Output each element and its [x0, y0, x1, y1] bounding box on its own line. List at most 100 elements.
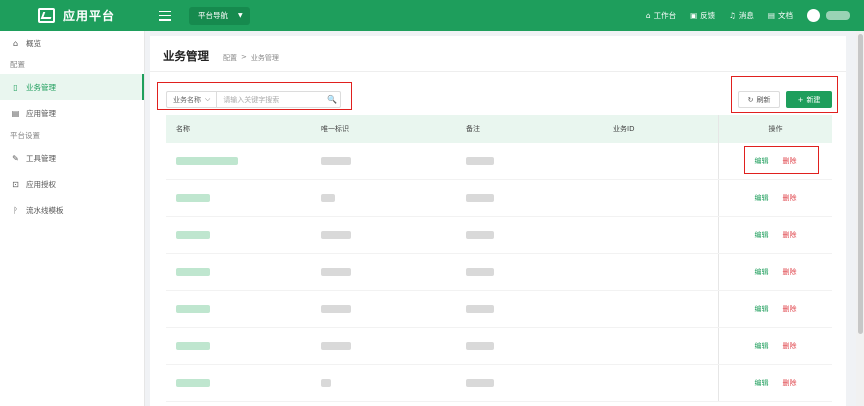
cell-name-redacted [176, 305, 210, 313]
delete-button[interactable]: 删除 [783, 341, 797, 351]
edit-button[interactable]: 编辑 [755, 267, 769, 277]
sidebar-item-label: 流水线模板 [26, 205, 64, 215]
sidebar-item-label: 应用管理 [26, 108, 56, 118]
row-actions: 编辑 删除 [718, 180, 832, 216]
column-header-remark: 备注 [466, 125, 480, 133]
sidebar-item-pipeline[interactable]: ᚹ 流水线模板 [0, 197, 144, 223]
cell-name-redacted [176, 194, 210, 202]
row-actions: 编辑 删除 [718, 254, 832, 290]
edit-button[interactable]: 编辑 [755, 304, 769, 314]
cell-remark-redacted [466, 305, 494, 313]
table-row: 编辑 删除 [166, 328, 832, 365]
document-icon: ▯ [13, 82, 18, 92]
row-actions: 编辑 删除 [718, 365, 832, 401]
delete-button[interactable]: 删除 [783, 304, 797, 314]
lock-icon: ⊡ [12, 179, 19, 189]
table-header: 名称 唯一标识 备注 业务ID 操作 [166, 115, 832, 143]
sidebar-item-business[interactable]: ▯ 业务管理 [0, 74, 144, 100]
feedback-link[interactable]: ▣ 反馈 [690, 10, 715, 21]
breadcrumb: 配置 > 业务管理 [223, 53, 279, 63]
page-title: 业务管理 [163, 49, 209, 63]
delete-button[interactable]: 删除 [783, 378, 797, 388]
cell-key-redacted [321, 342, 351, 350]
list-icon: ▤ [11, 108, 20, 118]
sidebar-item-app-auth[interactable]: ⊡ 应用授权 [0, 171, 144, 197]
cell-remark-redacted [466, 379, 494, 387]
table-row: 编辑 删除 [166, 180, 832, 217]
annotation-box-toolbar [731, 76, 838, 113]
menu-toggle-icon[interactable] [159, 10, 171, 21]
platform-logo-icon [38, 8, 55, 23]
cell-name-redacted [176, 268, 210, 276]
table-row: 编辑 删除 [166, 254, 832, 291]
table-row: 编辑 删除 [166, 217, 832, 254]
caret-down-icon: ▼ [238, 12, 243, 19]
feedback-icon: ▣ [690, 11, 698, 20]
delete-button[interactable]: 删除 [783, 267, 797, 277]
cell-key-redacted [321, 157, 351, 165]
sidebar-item-label: 业务管理 [26, 82, 56, 92]
sidebar-item-overview[interactable]: ⌂ 概览 [0, 31, 144, 55]
cell-remark-redacted [466, 342, 494, 350]
docs-label: 文档 [778, 11, 793, 20]
messages-link[interactable]: ♫ 消息 [729, 10, 754, 21]
breadcrumb-config[interactable]: 配置 [223, 53, 237, 63]
feedback-label: 反馈 [700, 11, 716, 20]
cell-name-redacted [176, 342, 210, 350]
wrench-icon: ✎ [12, 153, 19, 163]
sidebar-item-label: 应用授权 [26, 179, 56, 189]
table-row: 编辑 删除 [166, 291, 832, 328]
edit-button[interactable]: 编辑 [755, 230, 769, 240]
table-body: 编辑 删除 编辑 删除 编辑 删除 编辑 删除 编辑 删除 编辑 删除 编辑 删除 [166, 143, 832, 402]
cell-key-redacted [321, 194, 335, 202]
row-actions: 编辑 删除 [718, 291, 832, 327]
cell-remark-redacted [466, 268, 494, 276]
brand[interactable]: 应用平台 [0, 0, 145, 31]
cell-key-redacted [321, 268, 351, 276]
cell-key-redacted [321, 305, 351, 313]
cell-name-redacted [176, 379, 210, 387]
sidebar-item-app-manage[interactable]: ▤ 应用管理 [0, 100, 144, 126]
sidebar-group-config: 配置 [10, 60, 25, 69]
edit-button[interactable]: 编辑 [755, 378, 769, 388]
cell-name-redacted [176, 157, 238, 165]
bell-icon: ♫ [729, 11, 736, 20]
sidebar-item-tools[interactable]: ✎ 工具管理 [0, 145, 144, 171]
business-table: 名称 唯一标识 备注 业务ID 操作 编辑 删除 编辑 删除 编辑 删除 编辑 删除 编辑 删除编… [166, 115, 832, 402]
workbench-link[interactable]: ⌂ 工作台 [646, 10, 676, 21]
edit-button[interactable]: 编辑 [755, 341, 769, 351]
cell-remark-redacted [466, 157, 494, 165]
home-icon: ⌂ [12, 38, 19, 48]
top-nav: ⌂ 工作台 ▣ 反馈 ♫ 消息 ▤ 文档 [646, 9, 864, 22]
platform-nav-label: 平台导航 [198, 11, 228, 20]
delete-button[interactable]: 删除 [783, 230, 797, 240]
workbench-label: 工作台 [653, 11, 677, 20]
doc-icon: ▤ [767, 11, 775, 20]
header-divider [150, 71, 846, 72]
cell-key-redacted [321, 231, 351, 239]
platform-nav-select[interactable]: 平台导航 ▼ [189, 6, 250, 25]
top-bar: 应用平台 平台导航 ▼ ⌂ 工作台 ▣ 反馈 ♫ 消息 ▤ 文档 [0, 0, 864, 31]
avatar[interactable] [807, 9, 820, 22]
edit-button[interactable]: 编辑 [755, 193, 769, 203]
docs-link[interactable]: ▤ 文档 [768, 10, 793, 21]
table-row: 编辑 删除 [166, 365, 832, 402]
annotation-box-row-actions [744, 146, 819, 174]
page-header: 业务管理 配置 > 业务管理 [163, 48, 279, 64]
row-actions: 编辑 删除 [718, 328, 832, 364]
home-icon: ⌂ [645, 11, 651, 20]
row-actions: 编辑 删除 [718, 217, 832, 253]
sidebar-item-label: 概览 [26, 38, 41, 48]
delete-button[interactable]: 删除 [783, 193, 797, 203]
sidebar-item-label: 工具管理 [26, 153, 56, 163]
column-header-name: 名称 [176, 125, 190, 133]
cell-name-redacted [176, 231, 210, 239]
breadcrumb-separator: > [241, 53, 247, 61]
breadcrumb-current: 业务管理 [250, 54, 279, 62]
cell-remark-redacted [466, 194, 494, 202]
user-name-redacted[interactable] [826, 11, 850, 20]
main-panel: 业务管理 配置 > 业务管理 业务名称 ⌵ 🔍 ↻ 刷新 + 新建 名称 唯一标… [150, 36, 846, 406]
messages-label: 消息 [738, 11, 754, 20]
table-row: 编辑 删除 [166, 143, 832, 180]
scrollbar-thumb[interactable] [858, 34, 863, 334]
